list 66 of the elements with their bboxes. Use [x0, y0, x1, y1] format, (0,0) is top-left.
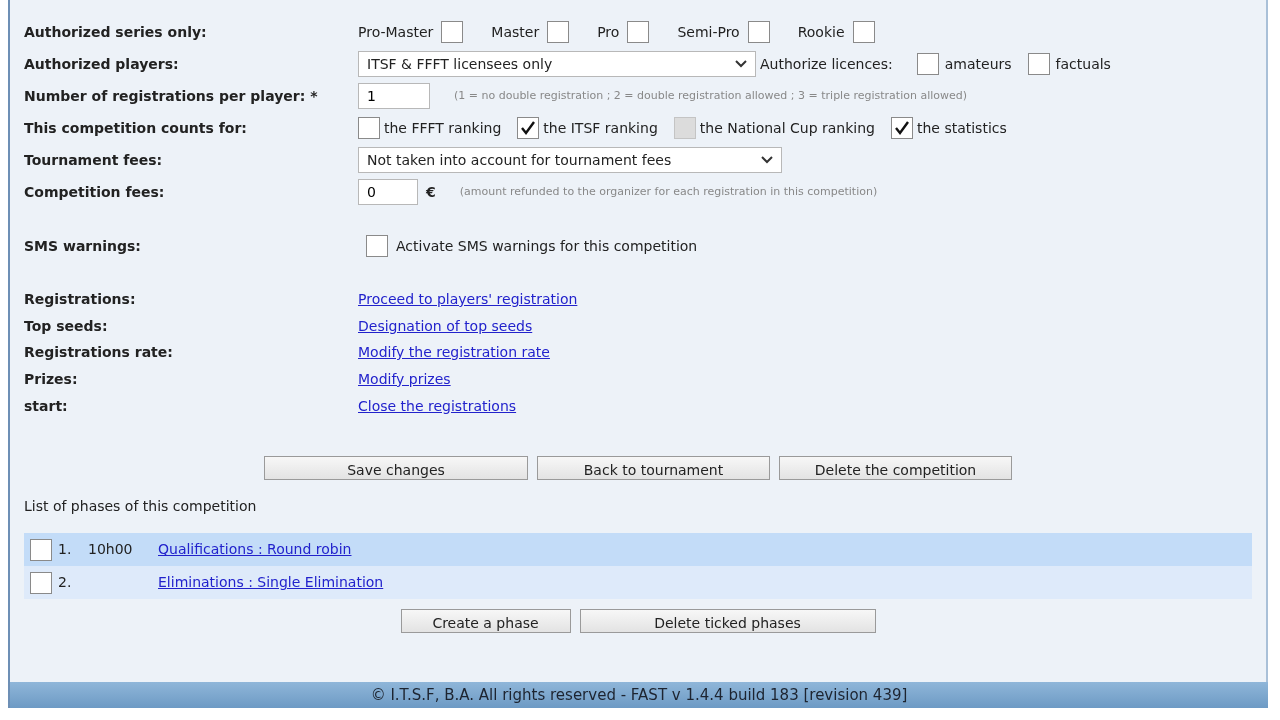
option-label: the FFFT ranking: [384, 118, 502, 138]
section-title: List of phases of this competition: [24, 497, 258, 517]
option-label: the National Cup ranking: [699, 118, 875, 138]
action-button[interactable]: Delete ticked phases: [579, 609, 876, 634]
checkbox[interactable]: [30, 538, 52, 561]
field-label: Competition fees:: [24, 182, 166, 202]
field-label: Registrations rate:: [24, 343, 174, 363]
field-label: Prizes:: [24, 369, 79, 389]
field-label: Tournament fees:: [24, 150, 164, 170]
field-label: This competition counts for:: [24, 118, 248, 138]
phase-row[interactable]: 2. Eliminations : Single Elimination: [24, 566, 1252, 600]
copyright-text: © I.T.S.F, B.A. All rights reserved - FAST v 1.4.4 build 183 [revision 439]: [370, 684, 908, 706]
number-field[interactable]: 0: [358, 179, 418, 205]
fees-select[interactable]: Not taken into account for tournament fees: [358, 147, 782, 173]
phase-link[interactable]: Qualifications : Round robin: [158, 539, 352, 561]
action-button[interactable]: Create a phase: [400, 609, 571, 634]
action-button[interactable]: Back to tournament: [537, 456, 770, 481]
option-label: the statistics: [916, 118, 1007, 138]
action-button[interactable]: Save changes: [264, 456, 528, 481]
checkbox[interactable]: [366, 235, 388, 257]
phase-time: 10h00: [88, 540, 134, 560]
phase-number: 2.: [58, 573, 73, 593]
field-label: Authorized series only:: [24, 22, 208, 42]
option-label: Pro: [597, 22, 620, 42]
option-label: Activate SMS warnings for this competition: [396, 236, 698, 256]
number-field[interactable]: 1: [358, 83, 430, 109]
checkbox[interactable]: [852, 21, 875, 43]
option-label: Rookie: [797, 22, 845, 42]
checkbox[interactable]: [358, 117, 380, 139]
checkbox[interactable]: [1027, 53, 1050, 75]
action-button[interactable]: Delete the competition: [779, 456, 1012, 481]
hint-text: (amount refunded to the organizer for each registration in this competition): [459, 183, 878, 200]
checkbox[interactable]: [547, 21, 570, 43]
action-link[interactable]: Modify the registration rate: [358, 342, 550, 364]
checkbox[interactable]: [30, 571, 52, 594]
field-label: Top seeds:: [24, 316, 109, 336]
checkbox[interactable]: [916, 53, 939, 75]
option-label: amateurs: [944, 54, 1012, 74]
currency-label: €: [426, 182, 436, 202]
checkbox[interactable]: [747, 21, 770, 43]
option-label: the ITSF ranking: [543, 118, 658, 138]
hint-text: (1 = no double registration ; 2 = double registration allowed ; 3 = triple registration allowed): [454, 87, 968, 104]
action-link[interactable]: Modify prizes: [358, 368, 451, 390]
players-select[interactable]: ITSF & FFFT licensees only: [358, 51, 756, 77]
phase-link[interactable]: Eliminations : Single Elimination: [158, 572, 384, 594]
checkbox[interactable]: [627, 21, 650, 43]
action-link[interactable]: Designation of top seeds: [358, 315, 533, 337]
checkbox[interactable]: [517, 117, 540, 139]
field-label: Authorized players:: [24, 54, 180, 74]
checkbox[interactable]: [441, 21, 464, 43]
phase-number: 1.: [58, 540, 73, 560]
field-label: SMS warnings:: [24, 236, 142, 256]
phase-row[interactable]: 1. 10h00 Qualifications : Round robin: [24, 533, 1252, 567]
option-label: Authorize licences:: [760, 54, 893, 74]
option-label: Semi-Pro: [677, 22, 740, 42]
checkbox[interactable]: [890, 117, 913, 139]
option-label: Master: [491, 22, 540, 42]
chevron-down-icon: [735, 60, 747, 68]
option-label: Pro-Master: [358, 22, 434, 42]
action-link[interactable]: Proceed to players' registration: [358, 288, 578, 310]
field-label: start:: [24, 396, 69, 416]
option-label: factuals: [1055, 54, 1111, 74]
action-link[interactable]: Close the registrations: [358, 395, 517, 417]
chevron-down-icon: [761, 156, 773, 164]
field-label: Number of registrations per player: *: [24, 86, 319, 106]
field-label: Registrations:: [24, 289, 137, 309]
